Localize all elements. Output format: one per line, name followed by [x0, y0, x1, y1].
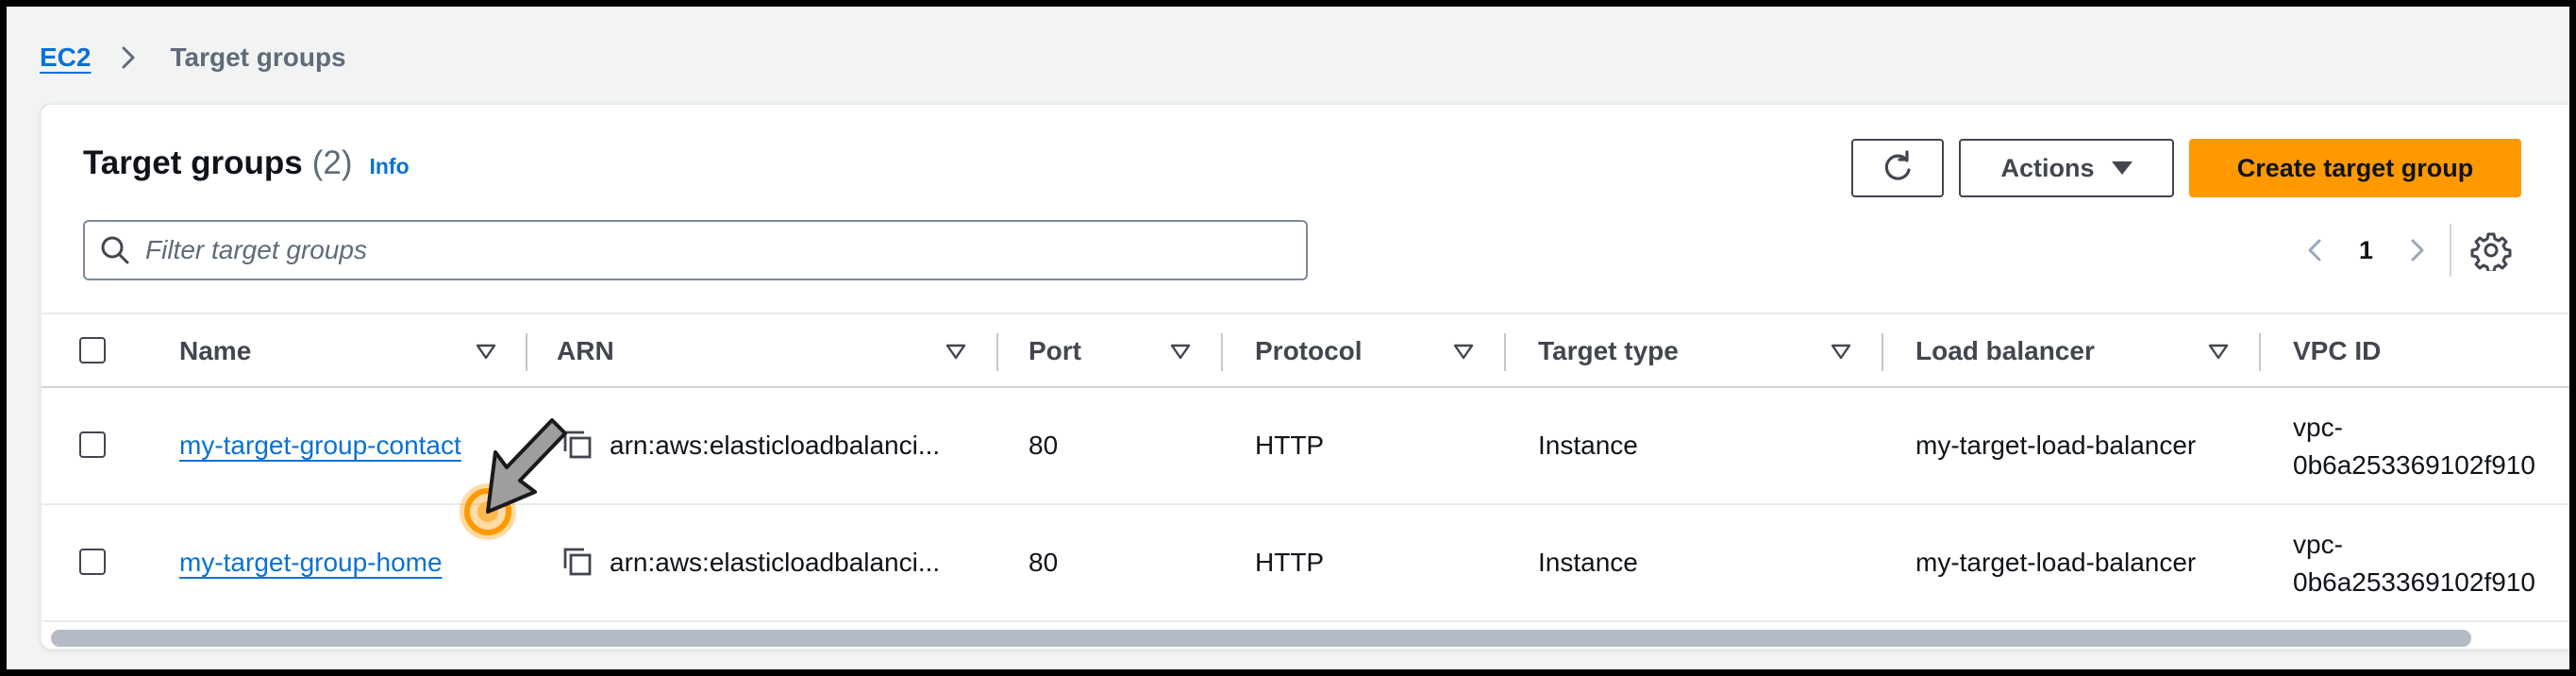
load-balancer-value: my-target-load-balancer — [1915, 548, 2197, 577]
column-divider[interactable] — [1882, 333, 1883, 371]
column-header-arn[interactable]: ARN — [557, 314, 614, 388]
column-divider[interactable] — [526, 333, 527, 371]
sort-icon[interactable] — [945, 343, 966, 362]
vpc-id-line-2: 0b6a253369102f910 — [2293, 450, 2535, 480]
page-frame: EC2 Target groups Target groups (2) Info… — [7, 7, 2569, 669]
column-header-protocol[interactable]: Protocol — [1255, 314, 1363, 388]
page-header: Target groups (2) Info — [83, 144, 410, 182]
column-header-target-type[interactable]: Target type — [1538, 314, 1679, 388]
breadcrumb: EC2 Target groups — [40, 39, 346, 76]
create-label: Create target group — [2236, 153, 2474, 182]
actions-button[interactable]: Actions — [1959, 139, 2174, 197]
target-type-value: Instance — [1538, 431, 1638, 460]
arn-value: arn:aws:elasticloadbalanci... — [610, 431, 941, 460]
vpc-id-line-1: vpc- — [2293, 530, 2343, 559]
protocol-value: HTTP — [1255, 431, 1325, 460]
filter-box — [83, 220, 1308, 280]
pagination: 1 — [2297, 231, 2435, 269]
table-row: my-target-group-contact arn:aws:elasticl… — [42, 388, 2569, 505]
item-count: (2) — [311, 144, 353, 181]
column-divider[interactable] — [2259, 333, 2261, 371]
chevron-right-icon — [122, 46, 135, 69]
refresh-icon — [1884, 150, 1911, 180]
select-all-checkbox[interactable] — [79, 337, 106, 363]
column-header-load-balancer[interactable]: Load balancer — [1915, 314, 2095, 388]
refresh-button[interactable] — [1851, 139, 1944, 197]
caret-down-icon — [2111, 161, 2133, 175]
column-divider[interactable] — [996, 333, 998, 371]
page-number[interactable]: 1 — [2359, 236, 2373, 265]
search-icon — [101, 236, 129, 264]
port-value: 80 — [1029, 548, 1059, 577]
vpc-id-line-1: vpc- — [2293, 413, 2343, 442]
target-type-value: Instance — [1538, 548, 1638, 577]
target-group-name-link[interactable]: my-target-group-contact — [179, 431, 461, 461]
vpc-id-value: vpc- 0b6a253369102f910 — [2293, 526, 2535, 601]
port-value: 80 — [1029, 431, 1059, 460]
breadcrumb-ec2-link[interactable]: EC2 — [40, 42, 91, 73]
sort-icon[interactable] — [1170, 343, 1191, 362]
horizontal-scrollbar[interactable] — [51, 630, 2471, 647]
row-checkbox[interactable] — [79, 431, 106, 458]
table-header: Name ARN Port Protocol Target type Load … — [42, 313, 2569, 388]
vpc-id-line-2: 0b6a253369102f910 — [2293, 567, 2535, 597]
column-header-name[interactable]: Name — [179, 314, 251, 388]
sort-icon[interactable] — [476, 343, 496, 362]
page-title: Target groups — [83, 144, 303, 181]
row-checkbox[interactable] — [79, 549, 106, 575]
breadcrumb-current: Target groups — [170, 42, 346, 72]
arn-value: arn:aws:elasticloadbalanci... — [610, 548, 941, 577]
column-divider[interactable] — [1221, 333, 1223, 371]
column-header-vpc-id[interactable]: VPC ID — [2293, 314, 2381, 388]
info-link[interactable]: Info — [369, 154, 409, 179]
target-groups-container: Target groups (2) Info Actions Create ta… — [40, 103, 2569, 651]
vpc-id-value: vpc- 0b6a253369102f910 — [2293, 409, 2535, 484]
sort-icon[interactable] — [2208, 343, 2229, 362]
sort-icon[interactable] — [1831, 343, 1851, 362]
column-header-port[interactable]: Port — [1029, 314, 1081, 388]
load-balancer-value: my-target-load-balancer — [1915, 431, 2197, 460]
target-group-name-link[interactable]: my-target-group-home — [179, 548, 443, 578]
chevron-right-icon[interactable] — [2398, 231, 2435, 269]
column-divider[interactable] — [1504, 333, 1506, 371]
pagination-divider — [2450, 224, 2451, 277]
chevron-left-icon[interactable] — [2297, 231, 2334, 269]
protocol-value: HTTP — [1255, 548, 1325, 577]
search-input[interactable] — [145, 235, 1278, 265]
gear-icon[interactable] — [2470, 229, 2512, 271]
actions-label: Actions — [2000, 153, 2095, 182]
mouse-cursor-icon — [460, 418, 567, 540]
table-row: my-target-group-home arn:aws:elasticload… — [42, 505, 2569, 622]
create-target-group-button[interactable]: Create target group — [2189, 139, 2521, 197]
sort-icon[interactable] — [1453, 343, 1474, 362]
